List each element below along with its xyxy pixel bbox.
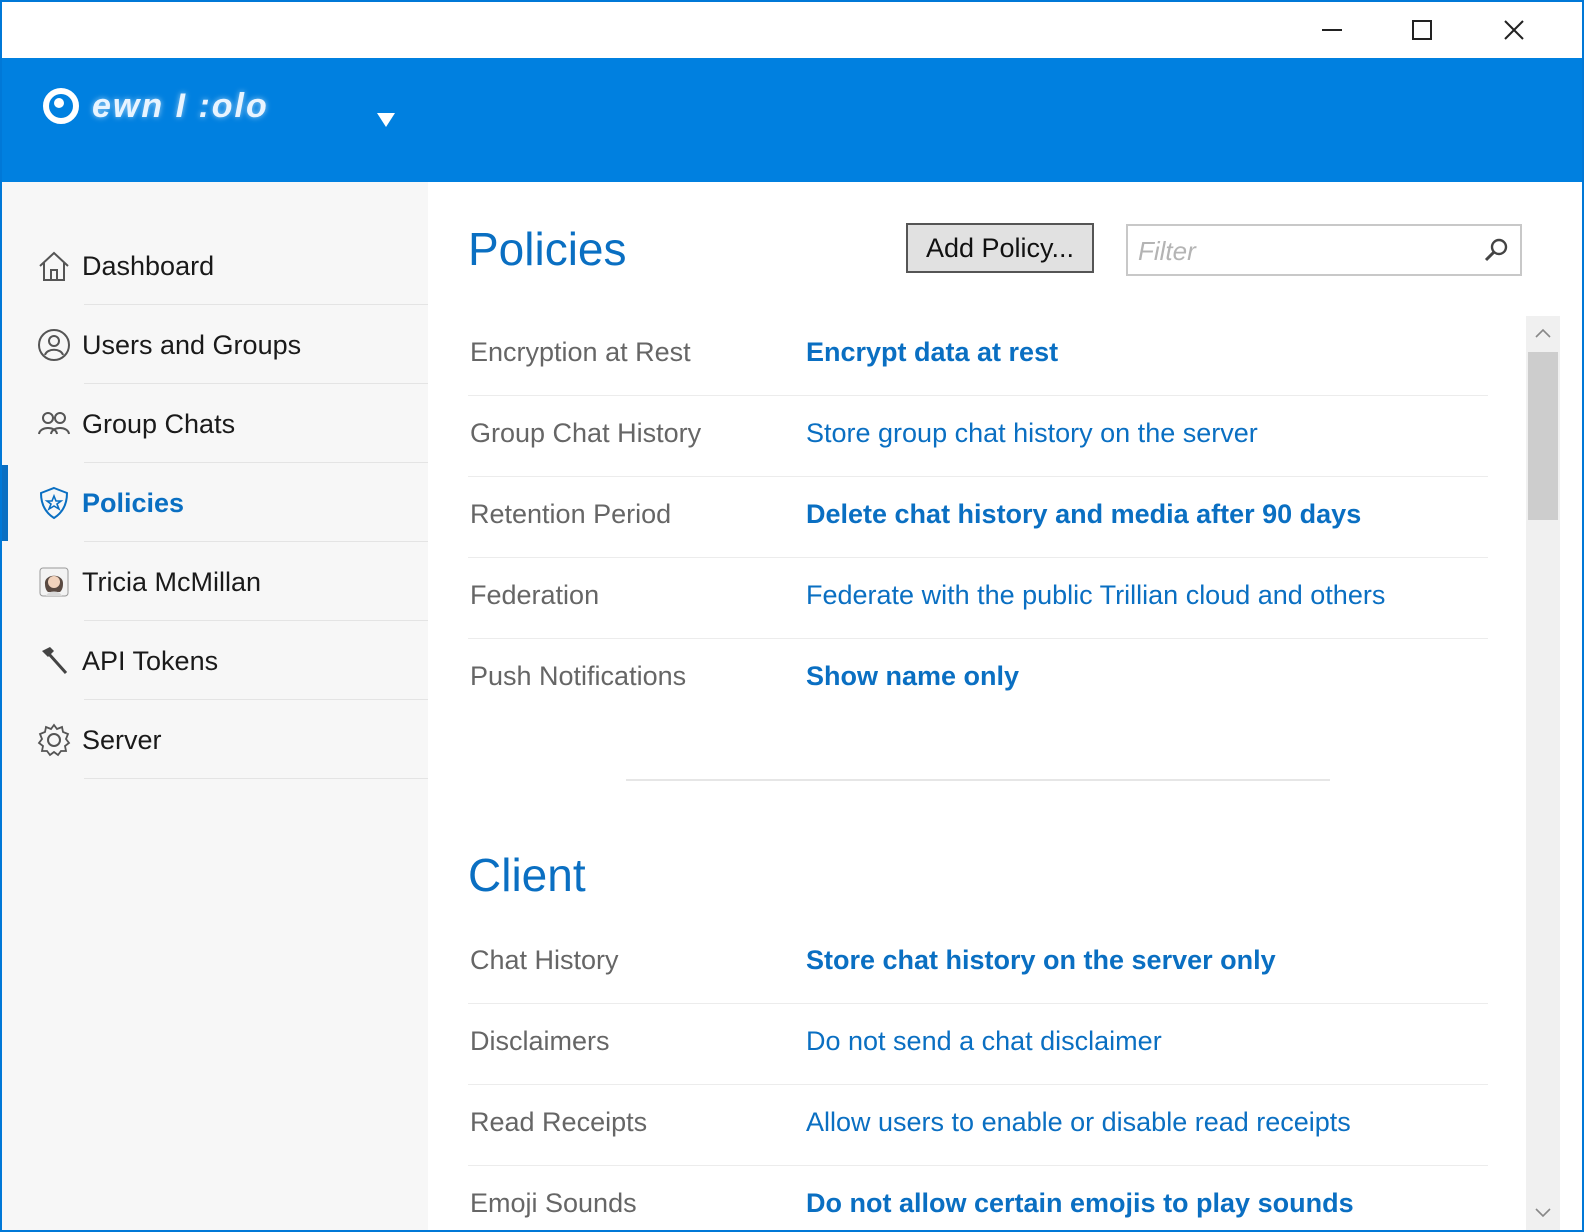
sidebar-item-label: Users and Groups — [82, 330, 302, 360]
hammer-icon — [42, 647, 68, 675]
policy-label: Chat History — [470, 945, 619, 975]
sidebar-item-label: API Tokens — [82, 646, 219, 676]
policy-row-read-receipts: Read Receipts Allow users to enable or d… — [468, 1085, 1488, 1166]
main-content: Policies Add Policy... Encryption at Res… — [428, 182, 1582, 1230]
group-icon — [38, 412, 70, 435]
policy-value-link[interactable]: Allow users to enable or disable read re… — [806, 1107, 1351, 1138]
policy-value-link[interactable]: Do not allow certain emojis to play soun… — [806, 1188, 1354, 1219]
sidebar-item-label: Server — [82, 725, 162, 755]
policy-label: Disclaimers — [470, 1026, 610, 1056]
filter-input[interactable] — [1136, 232, 1480, 270]
logo-icon — [43, 88, 79, 124]
sidebar: Dashboard Users and Groups Group Chats P… — [2, 182, 428, 1230]
app-window: ewn I :olo Dashboard Users and Groups Gr… — [0, 0, 1584, 1232]
policy-row-emoji-sounds: Emoji Sounds Do not allow certain emojis… — [468, 1166, 1488, 1230]
server-dropdown-button[interactable] — [372, 108, 400, 132]
sidebar-item-policies[interactable]: Policies — [2, 463, 428, 542]
policy-label: Encryption at Rest — [470, 337, 691, 367]
policy-value-link[interactable]: Store group chat history on the server — [806, 418, 1258, 449]
sidebar-item-label: Dashboard — [82, 251, 215, 281]
close-icon — [1504, 20, 1524, 40]
title-bar — [2, 2, 1582, 58]
home-icon — [39, 251, 69, 281]
maximize-button[interactable] — [1376, 2, 1468, 58]
person-avatar-icon — [39, 567, 69, 597]
policy-row-group-chat-history: Group Chat History Store group chat hist… — [468, 396, 1488, 477]
policy-row-retention-period: Retention Period Delete chat history and… — [468, 477, 1488, 558]
sidebar-item-server[interactable]: Server — [2, 700, 428, 779]
policy-value-link[interactable]: Show name only — [806, 661, 1019, 692]
chevron-up-icon — [1535, 328, 1551, 338]
minimize-button[interactable] — [1286, 2, 1378, 58]
sidebar-item-api-tokens[interactable]: API Tokens — [2, 621, 428, 700]
sidebar-item-label: Group Chats — [82, 409, 236, 439]
policy-label: Group Chat History — [470, 418, 702, 448]
policy-row-federation: Federation Federate with the public Tril… — [468, 558, 1488, 639]
scroll-up-button[interactable] — [1526, 316, 1560, 350]
divider — [84, 778, 428, 779]
policy-value-link[interactable]: Encrypt data at rest — [806, 337, 1058, 368]
vertical-scrollbar[interactable] — [1526, 316, 1560, 1230]
policy-value-link[interactable]: Federate with the public Trillian cloud … — [806, 580, 1385, 611]
app-logo: ewn I :olo — [42, 86, 269, 126]
policy-label: Push Notifications — [470, 661, 687, 691]
policy-label: Emoji Sounds — [470, 1188, 637, 1218]
add-policy-button[interactable]: Add Policy... — [906, 223, 1094, 273]
search-icon[interactable] — [1482, 236, 1510, 264]
close-button[interactable] — [1468, 2, 1560, 58]
policy-label: Read Receipts — [470, 1107, 648, 1137]
section-divider — [626, 779, 1330, 781]
policy-value-link[interactable]: Store chat history on the server only — [806, 945, 1276, 976]
sidebar-item-tricia-mcmillan[interactable]: Tricia McMillan — [2, 542, 428, 621]
sidebar-item-dashboard[interactable]: Dashboard — [2, 226, 428, 305]
maximize-icon — [1412, 20, 1432, 40]
sidebar-item-label: Tricia McMillan — [82, 567, 262, 597]
shield-star-icon — [39, 486, 69, 520]
policy-value-link[interactable]: Delete chat history and media after 90 d… — [806, 499, 1361, 530]
user-icon — [38, 329, 70, 361]
caret-down-icon — [377, 113, 395, 127]
policy-label: Federation — [470, 580, 600, 610]
filter-box — [1126, 224, 1522, 276]
policy-label: Retention Period — [470, 499, 672, 529]
minimize-icon — [1322, 29, 1342, 31]
gear-icon — [37, 723, 71, 757]
logo-text: ewn I :olo — [92, 86, 269, 125]
sidebar-item-label: Policies — [82, 488, 185, 518]
scroll-thumb[interactable] — [1528, 352, 1558, 520]
sidebar-item-group-chats[interactable]: Group Chats — [2, 384, 428, 463]
policy-row-chat-history: Chat History Store chat history on the s… — [468, 923, 1488, 1004]
scroll-down-button[interactable] — [1526, 1196, 1560, 1230]
section-title-client: Client — [468, 849, 586, 901]
app-header: ewn I :olo — [2, 58, 1582, 182]
policy-value-link[interactable]: Do not send a chat disclaimer — [806, 1026, 1162, 1057]
policy-row-push-notifications: Push Notifications Show name only — [468, 639, 1488, 720]
policy-row-disclaimers: Disclaimers Do not send a chat disclaime… — [468, 1004, 1488, 1085]
active-indicator — [2, 465, 8, 541]
chevron-down-icon — [1535, 1208, 1551, 1218]
page-title: Policies — [468, 223, 627, 275]
policy-row-encryption-at-rest: Encryption at Rest Encrypt data at rest — [468, 315, 1488, 396]
sidebar-item-users-and-groups[interactable]: Users and Groups — [2, 305, 428, 384]
